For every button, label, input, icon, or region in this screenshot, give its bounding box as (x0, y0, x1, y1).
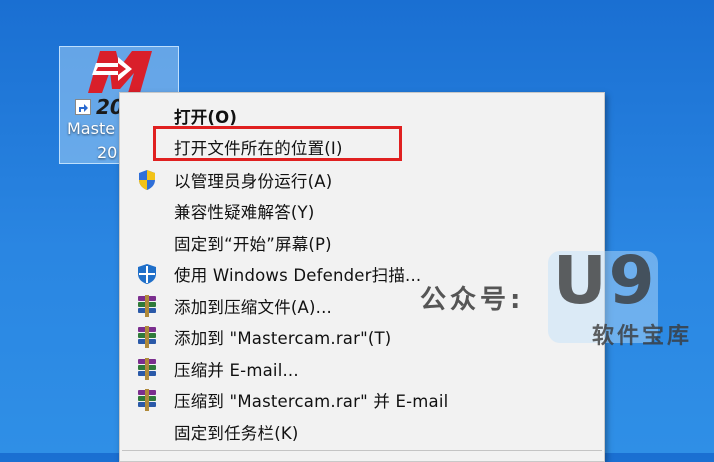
menu-item-run-as-admin[interactable]: 以管理员身份运行(A) (120, 164, 604, 195)
uac-shield-icon (136, 169, 158, 191)
watermark-prefix: 公众号: (420, 285, 525, 315)
menu-item-label: 压缩到 "Mastercam.rar" 并 E-mail (174, 391, 449, 411)
windows-defender-icon (136, 263, 158, 285)
menu-item-pin-to-start[interactable]: 固定到“开始”屏幕(P) (120, 227, 604, 258)
shortcut-arrow-icon (75, 99, 91, 115)
menu-item-add-to-archive[interactable]: 添加到压缩文件(A)... (120, 290, 604, 321)
menu-separator (122, 450, 602, 451)
menu-item-compress-and-email[interactable]: 压缩并 E-mail... (120, 353, 604, 384)
menu-item-add-to-rar[interactable]: 添加到 "Mastercam.rar"(T) (120, 321, 604, 352)
menu-item-label: 添加到 "Mastercam.rar"(T) (174, 328, 392, 348)
menu-item-troubleshoot-compat[interactable]: 兼容性疑难解答(Y) (120, 195, 604, 226)
menu-item-label: 压缩并 E-mail... (174, 360, 299, 380)
menu-item-label: 固定到“开始”屏幕(P) (174, 234, 332, 254)
menu-item-pin-to-taskbar[interactable]: 固定到任务栏(K) (120, 416, 604, 447)
menu-item-label: 以管理员身份运行(A) (174, 171, 333, 191)
menu-item-defender-scan[interactable]: 使用 Windows Defender扫描... (120, 258, 604, 289)
highlight-annotation-box (153, 126, 402, 161)
winrar-icon (136, 389, 158, 411)
menu-item-label: 添加到压缩文件(A)... (174, 297, 332, 317)
menu-item-label: 固定到任务栏(K) (174, 423, 299, 443)
winrar-icon (136, 358, 158, 380)
winrar-icon (136, 326, 158, 348)
mastercam-logo-icon (88, 51, 152, 93)
winrar-icon (136, 295, 158, 317)
menu-item-label: 兼容性疑难解答(Y) (174, 202, 315, 222)
menu-item-label: 打开(O) (174, 107, 238, 127)
watermark-logo: U9 (553, 242, 657, 319)
menu-item-compress-to-rar-and-email[interactable]: 压缩到 "Mastercam.rar" 并 E-mail (120, 384, 604, 415)
menu-item-label: 使用 Windows Defender扫描... (174, 265, 422, 285)
watermark-subtitle: 软件宝库 (592, 324, 693, 349)
